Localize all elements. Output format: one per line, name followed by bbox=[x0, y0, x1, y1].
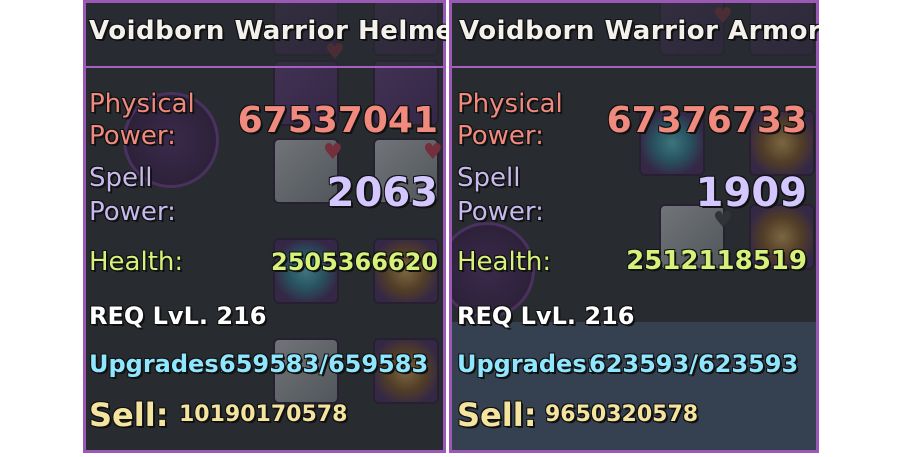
item-tooltip-helmet: ♥ ♥ ♥ Voidborn Warrior Helmet Physical P… bbox=[83, 0, 446, 453]
physical-power-value: 67537041 bbox=[237, 100, 438, 141]
item-tooltip-armor: ♥ ♥ Voidborn Warrior Armor Physical Powe… bbox=[449, 0, 819, 453]
spell-power-label: Spell bbox=[457, 163, 521, 193]
health-value: 2505366620 bbox=[271, 248, 438, 276]
required-level: REQ LvL. 216 bbox=[457, 302, 635, 330]
spell-power-value: 2063 bbox=[326, 170, 438, 216]
upgrades-label: Upgrades: bbox=[457, 350, 597, 378]
upgrades-label: Upgrades: bbox=[89, 350, 229, 378]
upgrades-value: 659583/659583 bbox=[219, 350, 429, 378]
physical-power-label: Power: bbox=[89, 121, 176, 151]
spell-power-label: Power: bbox=[89, 197, 176, 227]
sell-value: 9650320578 bbox=[545, 402, 699, 427]
required-level: REQ LvL. 216 bbox=[89, 302, 267, 330]
spell-power-label: Spell bbox=[89, 163, 153, 193]
upgrades-value: 623593/623593 bbox=[589, 350, 799, 378]
physical-power-label: Physical bbox=[89, 89, 195, 119]
physical-power-label: Power: bbox=[457, 121, 544, 151]
health-label: Health: bbox=[457, 247, 552, 277]
health-value: 2512118519 bbox=[626, 246, 807, 276]
physical-power-value: 67376733 bbox=[606, 100, 807, 141]
spell-power-value: 1909 bbox=[695, 170, 807, 216]
spell-power-label: Power: bbox=[457, 197, 544, 227]
sell-label: Sell: bbox=[457, 396, 537, 434]
sell-value: 10190170578 bbox=[179, 402, 348, 427]
physical-power-label: Physical bbox=[457, 89, 563, 119]
health-label: Health: bbox=[89, 247, 184, 277]
item-title: Voidborn Warrior Helmet bbox=[89, 16, 446, 46]
sell-label: Sell: bbox=[89, 396, 169, 434]
item-title: Voidborn Warrior Armor bbox=[459, 16, 819, 46]
